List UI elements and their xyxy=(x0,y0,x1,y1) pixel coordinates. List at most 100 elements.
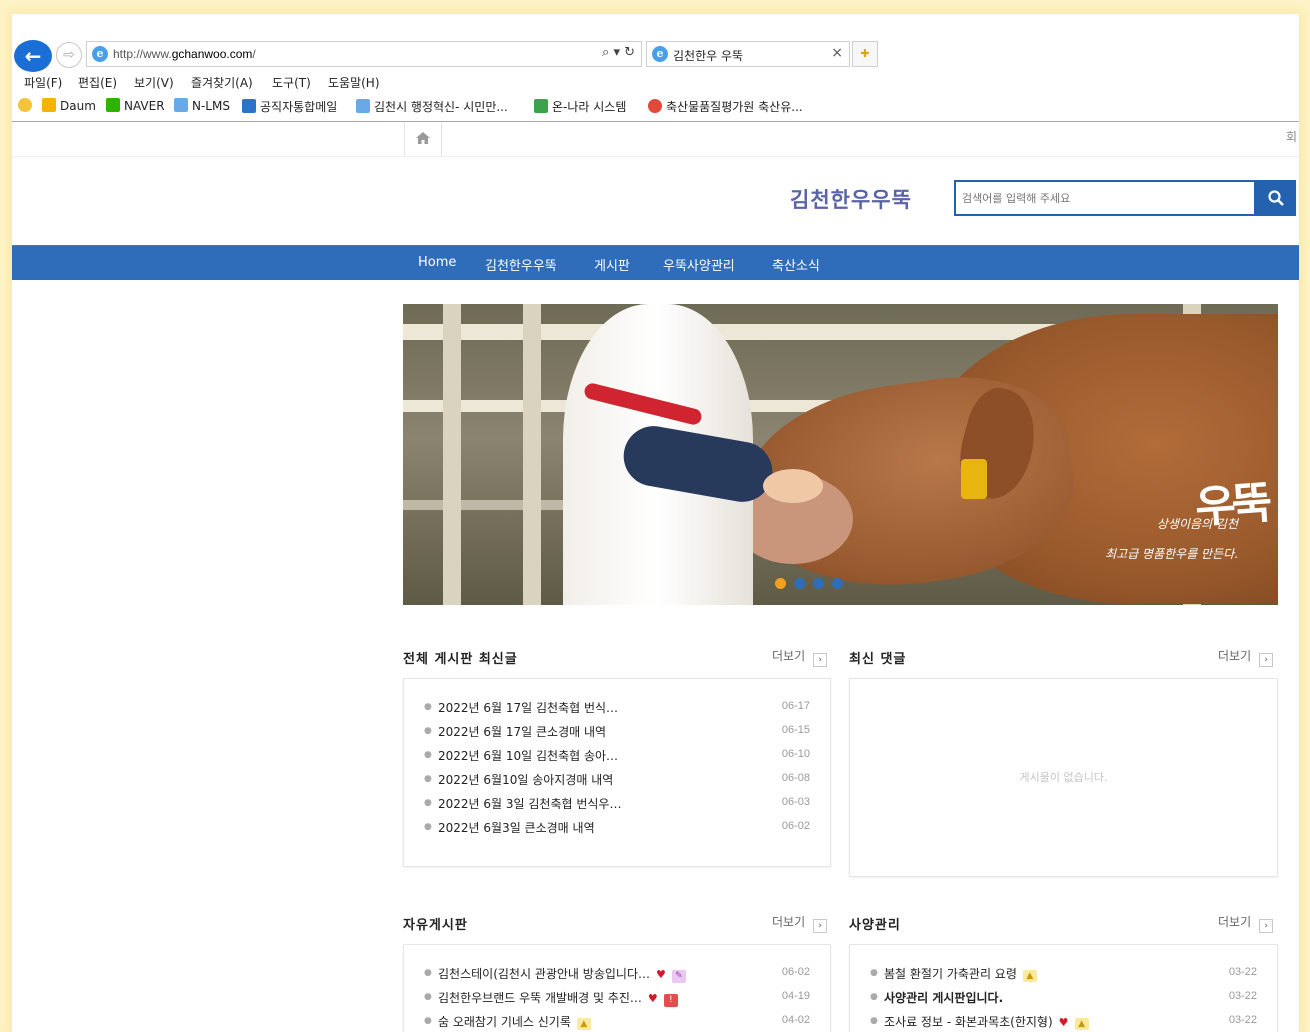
new-badge-icon: ! xyxy=(663,994,678,1007)
board-title-recent-all[interactable]: 전체 게시판 최신글 xyxy=(403,648,518,667)
menu-file[interactable]: 파일(F) xyxy=(24,74,62,91)
forward-button[interactable]: ⇨ xyxy=(56,42,82,68)
post-date: 06-17 xyxy=(781,700,810,712)
banner-caption-line1: 상생이음의 김천 xyxy=(1156,517,1238,531)
image-icon: ▲ xyxy=(1022,970,1037,982)
menu-bar: 파일(F) 편집(E) 보기(V) 즐겨찾기(A) 도구(T) 도움말(H) xyxy=(12,72,1299,94)
post-title-text: 김천한우브랜드 우뚝 개발배경 및 추진… xyxy=(438,991,642,1005)
nav-feeding[interactable]: 우뚝사양관리 xyxy=(663,255,735,274)
more-button-free[interactable]: 더보기 › xyxy=(772,913,828,933)
favorite-nlms[interactable]: N-LMS xyxy=(174,98,230,113)
favorite-ekape[interactable]: 축산물품질평가원 축산유... xyxy=(648,98,803,115)
search-button[interactable] xyxy=(1256,180,1296,216)
ekape-icon xyxy=(648,99,662,113)
home-button[interactable] xyxy=(404,122,442,156)
board-comments: 게시물이 없습니다. xyxy=(849,678,1278,877)
favorites-star-icon[interactable] xyxy=(18,98,36,113)
post-row[interactable]: ● 김천스테이(김천시 관광안내 방송입니다… ♥ ✎ 06-02 xyxy=(424,965,810,985)
board-title-comments[interactable]: 최신 댓글 xyxy=(849,648,906,667)
post-title[interactable]: 2022년 6월 17일 큰소경매 내역 xyxy=(438,723,606,740)
post-date: 06-02 xyxy=(781,820,810,832)
post-row[interactable]: ● 김천한우브랜드 우뚝 개발배경 및 추진… ♥! 04-19 xyxy=(424,989,810,1009)
login-link[interactable]: 회 xyxy=(1286,128,1297,145)
post-row[interactable]: ● 2022년 6월3일 큰소경매 내역 06-02 xyxy=(424,819,810,839)
new-tab-button[interactable]: ✚ xyxy=(852,41,878,67)
main-banner[interactable]: 우뚝 상생이음의 김천 최고급 명품한우를 만든다. xyxy=(403,304,1278,605)
post-row[interactable]: ● 사양관리 게시판입니다. 03-22 xyxy=(870,989,1257,1009)
favorite-onnara[interactable]: 온-나라 시스템 xyxy=(534,98,626,115)
post-row[interactable]: ● 2022년 6월 10일 김천축협 송아… 06-10 xyxy=(424,747,810,767)
post-row[interactable]: ● 2022년 6월 17일 큰소경매 내역 06-15 xyxy=(424,723,810,743)
favorite-daum[interactable]: Daum xyxy=(42,98,96,113)
naver-icon xyxy=(106,98,120,112)
more-button-comments[interactable]: 더보기 › xyxy=(1218,647,1274,667)
post-title[interactable]: 김천한우브랜드 우뚝 개발배경 및 추진… ♥! xyxy=(438,989,678,1007)
nav-board[interactable]: 게시판 xyxy=(594,255,630,274)
menu-favorites[interactable]: 즐겨찾기(A) xyxy=(191,74,253,91)
post-title[interactable]: 2022년 6월3일 큰소경매 내역 xyxy=(438,819,595,836)
post-title[interactable]: 조사료 정보 - 화본과목초(한지형) ♥ ▲ xyxy=(884,1013,1089,1030)
favorite-gov-mail[interactable]: 공직자통합메일 xyxy=(242,98,337,115)
browser-tab[interactable]: e 김천한우 우뚝 × xyxy=(646,41,850,67)
bullet-icon: ● xyxy=(424,726,432,736)
tab-title: 김천한우 우뚝 xyxy=(673,49,744,63)
post-title-text: 봄철 환절기 가축관리 요령 xyxy=(884,967,1017,981)
address-url: http://www.gchanwoo.com/ xyxy=(113,47,256,61)
post-title[interactable]: 2022년 6월 17일 김천축협 번식… xyxy=(438,699,618,716)
search-input[interactable] xyxy=(956,182,1254,214)
board-title-free[interactable]: 자유게시판 xyxy=(403,914,468,933)
more-button-feeding[interactable]: 더보기 › xyxy=(1218,913,1274,933)
bullet-icon: ● xyxy=(424,1016,432,1026)
post-title[interactable]: 김천스테이(김천시 관광안내 방송입니다… ♥ ✎ xyxy=(438,965,686,983)
post-title[interactable]: 봄철 환절기 가축관리 요령 ▲ xyxy=(884,965,1037,982)
post-date: 06-10 xyxy=(781,748,810,760)
more-button-recent-all[interactable]: 더보기 › xyxy=(772,647,828,667)
slide-dot[interactable] xyxy=(832,578,843,589)
search-box xyxy=(954,180,1256,216)
post-title[interactable]: 숨 오래참기 기네스 신기록 ▲ xyxy=(438,1013,591,1030)
post-title-text: 사양관리 게시판입니다. xyxy=(884,991,1004,1005)
post-row[interactable]: ● 봄철 환절기 가축관리 요령 ▲ 03-22 xyxy=(870,965,1257,985)
post-row[interactable]: ● 2022년 6월10일 송아지경매 내역 06-08 xyxy=(424,771,810,791)
banner-caption: 상생이음의 김천 최고급 명품한우를 만든다. xyxy=(1105,509,1238,569)
favorite-naver[interactable]: NAVER xyxy=(106,98,165,113)
post-title[interactable]: 사양관리 게시판입니다. xyxy=(884,989,1003,1006)
post-date: 06-03 xyxy=(781,796,810,808)
site-title[interactable]: 김천한우우뚝 xyxy=(790,184,912,214)
close-tab-icon[interactable]: × xyxy=(831,45,843,61)
ie-page-icon: e xyxy=(92,46,108,62)
board-title-feeding[interactable]: 사양관리 xyxy=(849,914,901,933)
menu-tools[interactable]: 도구(T) xyxy=(272,74,311,91)
menu-help[interactable]: 도움말(H) xyxy=(328,74,380,91)
address-bar[interactable]: e http://www.gchanwoo.com/ ⌕ ▾ ↻ xyxy=(86,41,642,67)
onnara-icon xyxy=(534,99,548,113)
post-row[interactable]: ● 숨 오래참기 기네스 신기록 ▲ 04-02 xyxy=(424,1013,810,1032)
search-refresh-icon[interactable]: ⌕ ▾ ↻ xyxy=(602,45,635,60)
board-recent-all: ● 2022년 6월 17일 김천축협 번식… 06-17 ● 2022년 6월 17일… xyxy=(403,678,831,867)
slide-dot[interactable] xyxy=(813,578,824,589)
menu-edit[interactable]: 편집(E) xyxy=(78,74,117,91)
ie-page-icon xyxy=(356,99,370,113)
post-title[interactable]: 2022년 6월 3일 김천축협 번식우… xyxy=(438,795,621,812)
nav-gimcheon-hanwoo[interactable]: 김천한우우뚝 xyxy=(485,255,557,274)
post-row[interactable]: ● 조사료 정보 - 화본과목초(한지형) ♥ ▲ 03-22 xyxy=(870,1013,1257,1032)
slide-dot[interactable] xyxy=(794,578,805,589)
post-title-text: 김천스테이(김천시 관광안내 방송입니다… xyxy=(438,967,650,981)
slide-dot[interactable] xyxy=(775,578,786,589)
header-divider xyxy=(12,156,1299,157)
fence-post xyxy=(443,304,461,605)
new-tab-icon: ✚ xyxy=(860,47,870,60)
post-title[interactable]: 2022년 6월10일 송아지경매 내역 xyxy=(438,771,613,788)
nav-home[interactable]: Home xyxy=(418,255,456,270)
post-title[interactable]: 2022년 6월 10일 김천축협 송아… xyxy=(438,747,618,764)
board-free: ● 김천스테이(김천시 관광안내 방송입니다… ♥ ✎ 06-02 ● 김천한우브랜드 우뚝… xyxy=(403,944,831,1032)
menu-view[interactable]: 보기(V) xyxy=(134,74,174,91)
home-icon xyxy=(416,132,430,144)
post-row[interactable]: ● 2022년 6월 17일 김천축협 번식… 06-17 xyxy=(424,699,810,719)
favorite-gimcheon-admin[interactable]: 김천시 행정혁신- 시민만... xyxy=(356,98,508,115)
post-row[interactable]: ● 2022년 6월 3일 김천축협 번식우… 06-03 xyxy=(424,795,810,815)
back-button[interactable]: ← xyxy=(14,40,52,72)
bullet-icon: ● xyxy=(424,702,432,712)
bullet-icon: ● xyxy=(870,1016,878,1026)
nav-livestock-news[interactable]: 축산소식 xyxy=(772,255,820,274)
